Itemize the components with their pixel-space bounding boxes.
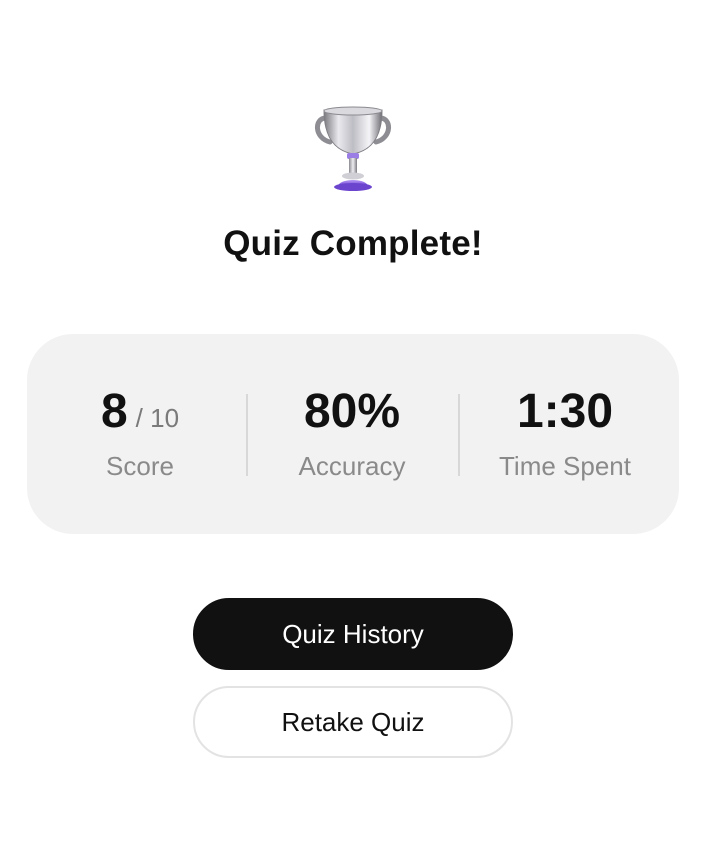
accuracy-stat: 80% Accuracy [246,334,458,534]
accuracy-value: 80% [303,385,401,438]
stats-card: 8/ 10 Score 80% Accuracy 1:30 Time Spent [27,334,679,534]
time-spent-stat: 1:30 Time Spent [459,334,671,534]
score-total: / 10 [135,403,180,433]
trophy-icon [315,106,391,191]
quiz-complete-screen: Quiz Complete! 8/ 10 Score 80% Accuracy … [0,0,706,860]
score-value-row: 8/ 10 [34,384,246,440]
time-spent-label: Time Spent [499,451,631,481]
time-spent-value: 1:30 [516,385,614,438]
score-label: Score [106,451,174,481]
score-stat: 8/ 10 Score [34,334,246,534]
page-title: Quiz Complete! [223,224,483,263]
retake-quiz-button[interactable]: Retake Quiz [193,686,513,758]
accuracy-value-row: 80% [246,384,458,440]
accuracy-label: Accuracy [298,451,406,481]
quiz-history-button[interactable]: Quiz History [193,598,513,670]
time-spent-value-row: 1:30 [459,384,671,440]
score-value: 8 [100,385,128,438]
